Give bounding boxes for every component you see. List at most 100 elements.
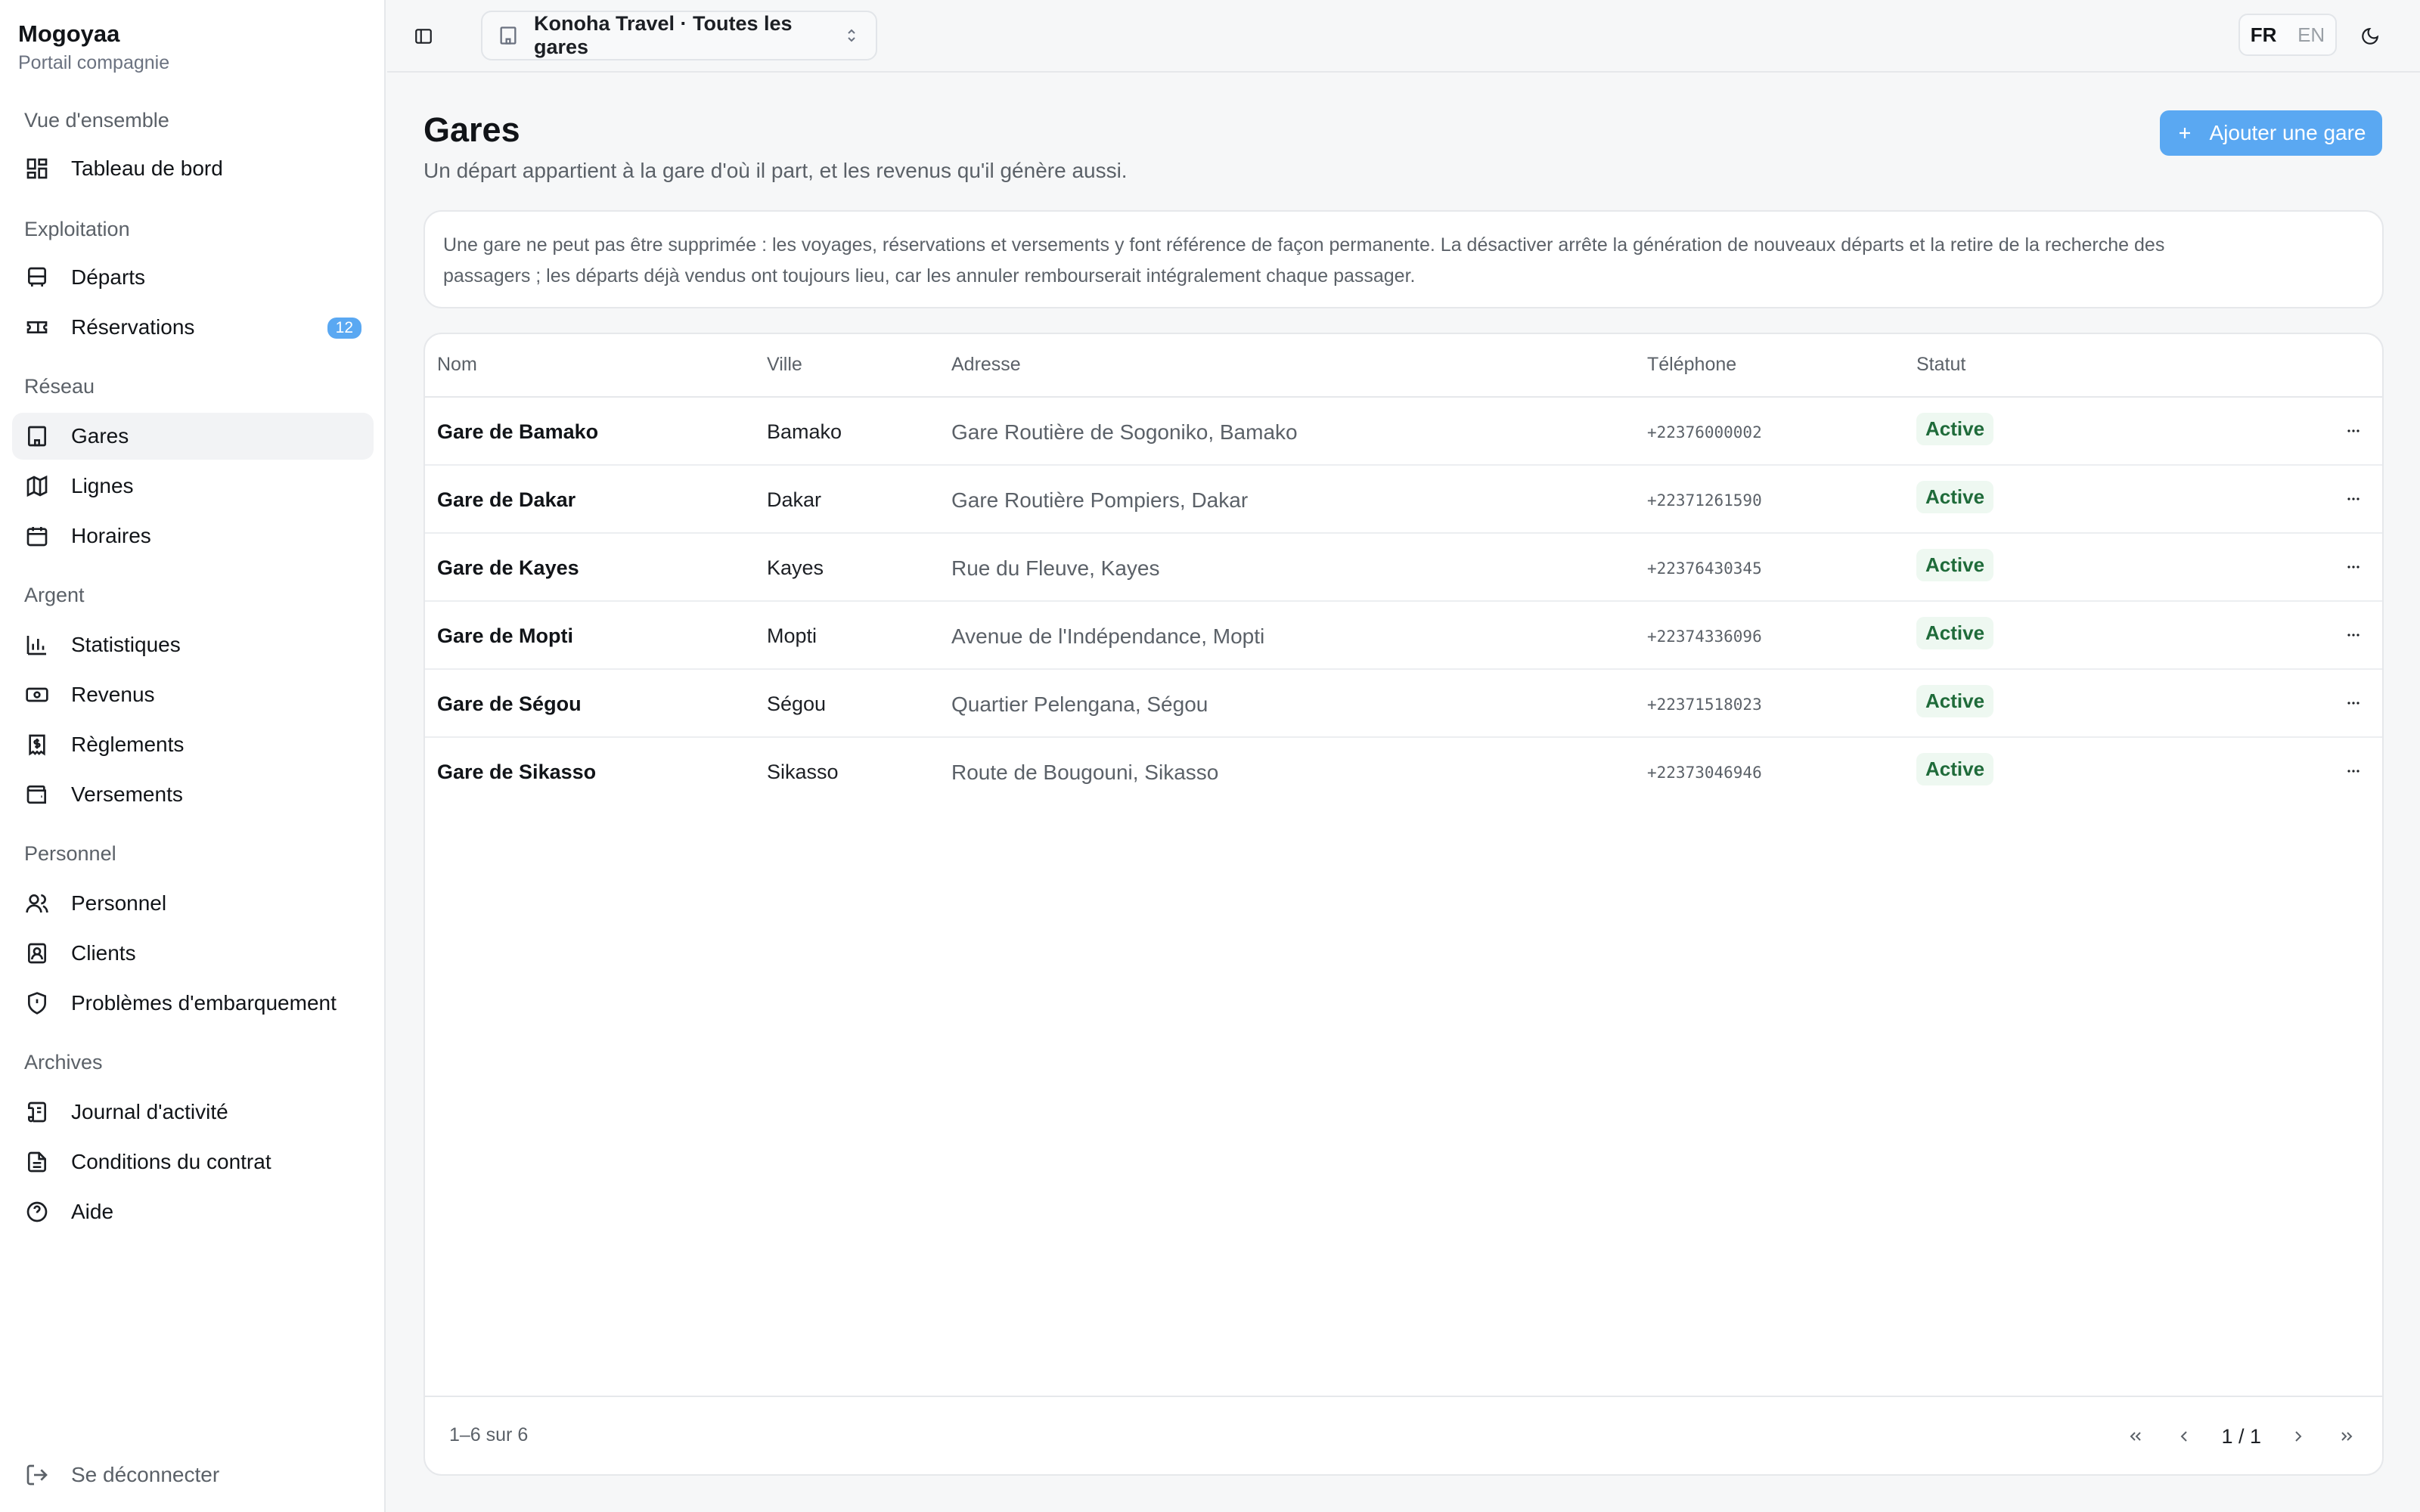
status-badge: Active bbox=[1916, 413, 1994, 445]
building-icon bbox=[498, 25, 519, 46]
sidebar-item-schedules[interactable]: Horaires bbox=[12, 513, 374, 559]
sidebar-item-contract-terms[interactable]: Conditions du contrat bbox=[12, 1139, 374, 1185]
ticket-icon bbox=[24, 314, 50, 340]
station-phone: +22374336096 bbox=[1647, 627, 1762, 646]
sidebar-item-statistics[interactable]: Statistiques bbox=[12, 621, 374, 668]
dashboard-icon bbox=[24, 156, 50, 181]
station-address: Gare Routière de Sogoniko, Bamako bbox=[951, 420, 1298, 444]
sidebar-item-payouts[interactable]: Versements bbox=[12, 771, 374, 818]
station-phone: +22376430345 bbox=[1647, 559, 1762, 578]
sidebar-item-label: Lignes bbox=[71, 474, 134, 497]
notice-line: passagers ; les départs déjà vendus ont … bbox=[443, 265, 1416, 287]
column-header-address[interactable]: Adresse bbox=[951, 354, 1021, 376]
sidebar-item-label: Problèmes d'embarquement bbox=[71, 991, 337, 1015]
station-address: Rue du Fleuve, Kayes bbox=[951, 556, 1160, 580]
column-header-name[interactable]: Nom bbox=[437, 354, 477, 376]
station-city: Kayes bbox=[767, 556, 824, 579]
column-header-status[interactable]: Statut bbox=[1916, 354, 1965, 376]
table-row[interactable]: Gare de Kayes Kayes Rue du Fleuve, Kayes… bbox=[425, 534, 2382, 602]
lang-en-button[interactable]: EN bbox=[2297, 23, 2325, 47]
table-row[interactable]: Gare de Sikasso Sikasso Route de Bougoun… bbox=[425, 738, 2382, 806]
previous-page-button[interactable] bbox=[2173, 1425, 2195, 1448]
sidebar-item-reservations[interactable]: Réservations 12 bbox=[12, 304, 374, 351]
row-actions-button[interactable] bbox=[2338, 688, 2369, 718]
sidebar-item-label: Statistiques bbox=[71, 633, 181, 656]
row-actions-button[interactable] bbox=[2338, 620, 2369, 650]
row-actions-button[interactable] bbox=[2338, 552, 2369, 582]
station-phone: +22373046946 bbox=[1647, 764, 1762, 782]
receipt-icon bbox=[24, 732, 50, 758]
notice-line: Une gare ne peut pas être supprimée : le… bbox=[443, 234, 2165, 256]
next-page-button[interactable] bbox=[2287, 1425, 2310, 1448]
pagination-range: 1–6 sur 6 bbox=[449, 1424, 529, 1445]
column-header-city[interactable]: Ville bbox=[767, 354, 802, 376]
station-address: Avenue de l'Indépendance, Mopti bbox=[951, 624, 1265, 648]
sidebar-item-lines[interactable]: Lignes bbox=[12, 463, 374, 510]
table-row[interactable]: Gare de Dakar Dakar Gare Routière Pompie… bbox=[425, 466, 2382, 534]
row-actions-button[interactable] bbox=[2338, 484, 2369, 514]
status-badge: Active bbox=[1916, 549, 1994, 581]
moon-icon bbox=[2362, 27, 2379, 45]
more-horizontal-icon bbox=[2347, 702, 2360, 705]
chevrons-left-icon bbox=[2130, 1432, 2142, 1441]
nav-group-network: Réseau bbox=[24, 375, 95, 398]
sidebar-item-staff[interactable]: Personnel bbox=[12, 880, 374, 927]
nav-group-overview: Vue d'ensemble bbox=[24, 109, 169, 132]
topbar: Konoha Travel · Toutes les gares FR EN bbox=[387, 0, 2420, 73]
station-phone: +22371261590 bbox=[1647, 491, 1762, 510]
station-address: Route de Bougouni, Sikasso bbox=[951, 761, 1219, 784]
sidebar-item-label: Journal d'activité bbox=[71, 1100, 228, 1123]
table-row[interactable]: Gare de Bamako Bamako Gare Routière de S… bbox=[425, 398, 2382, 466]
column-header-phone[interactable]: Téléphone bbox=[1647, 354, 1736, 376]
row-actions-button[interactable] bbox=[2338, 756, 2369, 786]
chevron-left-icon bbox=[2181, 1431, 2188, 1442]
first-page-button[interactable] bbox=[2124, 1425, 2147, 1448]
sidebar-item-dashboard[interactable]: Tableau de bord bbox=[12, 145, 374, 192]
add-station-button[interactable]: Ajouter une gare bbox=[2160, 110, 2382, 156]
sidebar-item-customers[interactable]: Clients bbox=[12, 930, 374, 977]
lang-fr-button[interactable]: FR bbox=[2251, 23, 2277, 47]
sidebar-item-boarding-issues[interactable]: Problèmes d'embarquement bbox=[12, 980, 374, 1027]
company-station-selector[interactable]: Konoha Travel · Toutes les gares bbox=[481, 11, 877, 60]
sidebar-item-revenue[interactable]: Revenus bbox=[12, 671, 374, 718]
nav-group-money: Argent bbox=[24, 584, 85, 606]
file-icon bbox=[24, 1149, 50, 1175]
last-page-button[interactable] bbox=[2335, 1425, 2358, 1448]
logout-button[interactable]: Se déconnecter bbox=[12, 1452, 374, 1498]
station-address: Quartier Pelengana, Ségou bbox=[951, 692, 1208, 716]
sidebar-item-activity-log[interactable]: Journal d'activité bbox=[12, 1089, 374, 1136]
contact-icon bbox=[24, 940, 50, 966]
nav-group-archives: Archives bbox=[24, 1051, 103, 1074]
logout-label: Se déconnecter bbox=[71, 1463, 220, 1486]
theme-toggle-button[interactable] bbox=[2356, 23, 2384, 50]
sidebar-toggle-button[interactable] bbox=[410, 23, 437, 50]
sidebar-item-label: Départs bbox=[71, 265, 146, 289]
sidebar-item-help[interactable]: Aide bbox=[12, 1188, 374, 1235]
table-row[interactable]: Gare de Ségou Ségou Quartier Pelengana, … bbox=[425, 670, 2382, 738]
sidebar-item-settlements[interactable]: Règlements bbox=[12, 721, 374, 768]
sidebar-item-departures[interactable]: Départs bbox=[12, 254, 374, 301]
sidebar-item-label: Règlements bbox=[71, 733, 185, 756]
sidebar-item-stations[interactable]: Gares bbox=[12, 413, 374, 460]
sidebar-item-label: Clients bbox=[71, 941, 136, 965]
help-circle-icon bbox=[24, 1199, 50, 1225]
sidebar-item-label: Aide bbox=[71, 1200, 114, 1223]
map-icon bbox=[24, 473, 50, 499]
users-icon bbox=[24, 891, 50, 916]
wallet-icon bbox=[24, 782, 50, 807]
row-actions-button[interactable] bbox=[2338, 416, 2369, 446]
scroll-icon bbox=[24, 1099, 50, 1125]
nav-group-staff: Personnel bbox=[24, 842, 116, 865]
station-address: Gare Routière Pompiers, Dakar bbox=[951, 488, 1249, 512]
add-station-label: Ajouter une gare bbox=[2209, 121, 2366, 144]
more-horizontal-icon bbox=[2347, 565, 2360, 569]
page-subtitle: Un départ appartient à la gare d'où il p… bbox=[424, 159, 1128, 182]
table-row[interactable]: Gare de Mopti Mopti Avenue de l'Indépend… bbox=[425, 602, 2382, 670]
sidebar-item-label: Réservations bbox=[71, 315, 195, 339]
info-notice: Une gare ne peut pas être supprimée : le… bbox=[424, 210, 2384, 308]
station-name: Gare de Mopti bbox=[437, 624, 574, 647]
table-header: Nom Ville Adresse Téléphone Statut bbox=[425, 334, 2382, 398]
brand-name: Mogoyaa bbox=[18, 20, 120, 47]
pagination: 1 / 1 bbox=[2124, 1420, 2358, 1453]
sidebar-item-label: Gares bbox=[71, 424, 129, 448]
